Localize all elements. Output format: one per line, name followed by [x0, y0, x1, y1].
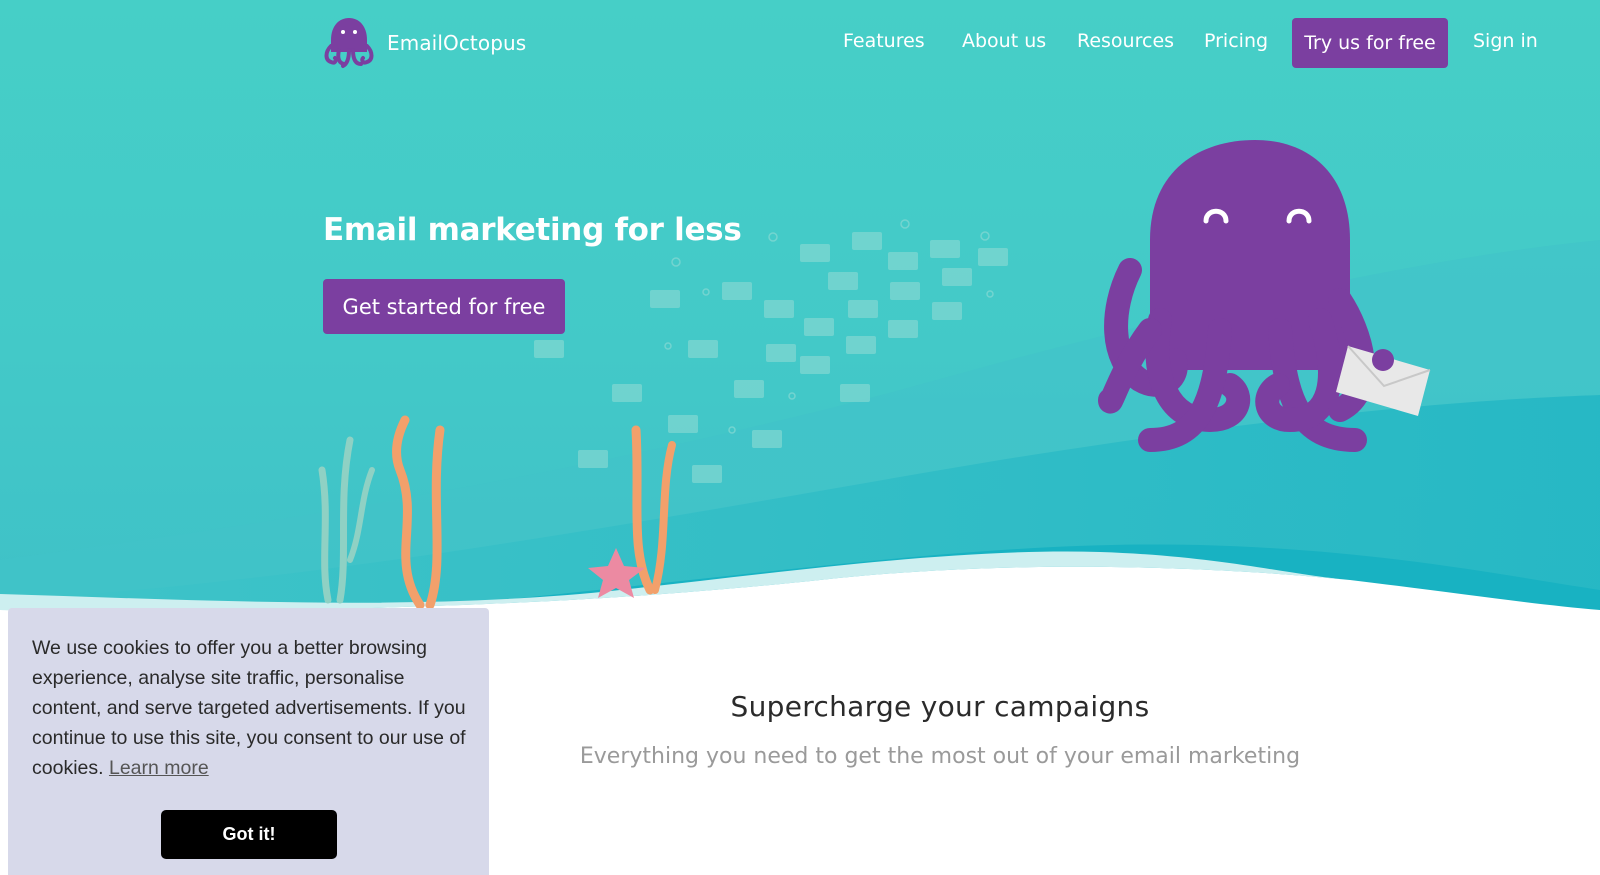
cookie-text: We use cookies to offer you a better bro… — [32, 637, 466, 779]
cookie-message: We use cookies to offer you a better bro… — [32, 633, 472, 783]
hero-title: Email marketing for less — [323, 212, 742, 248]
try-free-button[interactable]: Try us for free — [1292, 18, 1448, 68]
nav-pricing[interactable]: Pricing — [1204, 30, 1268, 52]
hero-illustration — [0, 140, 1600, 640]
nav-about-us[interactable]: About us — [962, 30, 1046, 52]
cookie-banner: We use cookies to offer you a better bro… — [8, 608, 489, 875]
got-it-button[interactable]: Got it! — [161, 810, 337, 859]
learn-more-link[interactable]: Learn more — [109, 757, 209, 779]
sign-in-link[interactable]: Sign in — [1473, 30, 1538, 52]
main-nav: Features About us Resources Pricing Try … — [0, 18, 1600, 68]
nav-resources[interactable]: Resources — [1077, 30, 1174, 52]
hero-section: EmailOctopus Features About us Resources… — [0, 0, 1600, 640]
nav-features[interactable]: Features — [843, 30, 925, 52]
get-started-button[interactable]: Get started for free — [323, 279, 565, 334]
